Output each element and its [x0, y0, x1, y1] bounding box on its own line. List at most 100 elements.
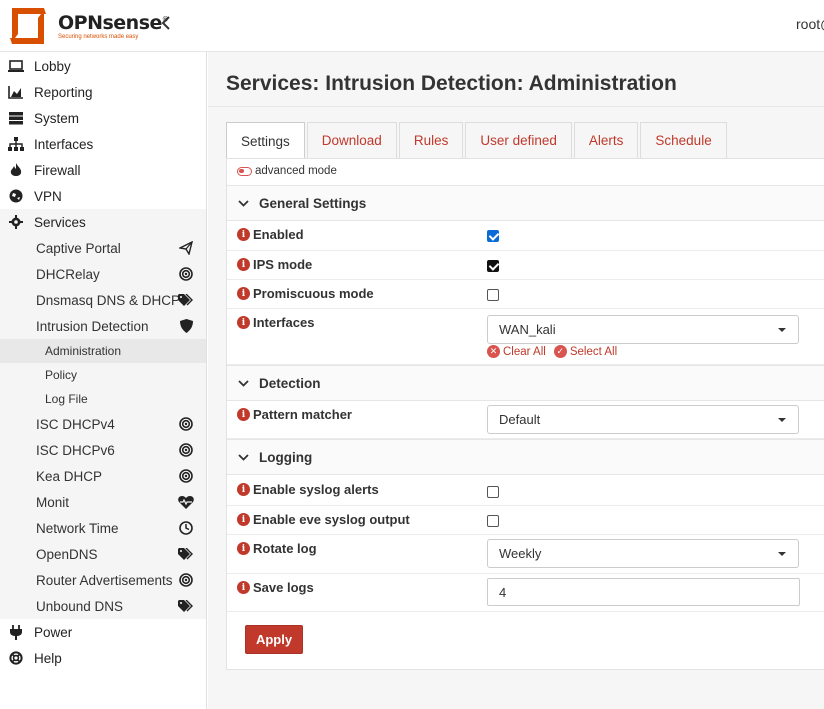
- tab-bar: Settings Download Rules User defined Ale…: [226, 122, 729, 159]
- row-interfaces: i Interfaces WAN_kali ✕ Clear All ✓ Select …: [227, 309, 824, 365]
- eve-syslog-checkbox[interactable]: [487, 515, 499, 527]
- laptop-icon: [8, 58, 24, 74]
- sidebar-item-label: Kea DHCP: [36, 468, 103, 484]
- field-label: i Rotate log: [237, 541, 317, 556]
- sidebar-item-services[interactable]: Services: [0, 209, 206, 235]
- toggle-icon: [237, 166, 252, 176]
- sidebar-item-label: VPN: [34, 188, 62, 204]
- advanced-mode-label: advanced mode: [255, 165, 337, 177]
- tab-settings[interactable]: Settings: [226, 122, 305, 159]
- page-title: Services: Intrusion Detection: Administr…: [226, 72, 677, 95]
- collapse-sidebar-icon[interactable]: [160, 14, 172, 35]
- tab-alerts[interactable]: Alerts: [573, 122, 639, 158]
- sidebar-item-help[interactable]: Help: [0, 645, 206, 671]
- sidebar-item-label: ISC DHCPv6: [36, 442, 115, 458]
- settings-panel: advanced mode General Settings i Enabled …: [226, 158, 824, 670]
- field-label: i Save logs: [237, 580, 314, 595]
- apply-button[interactable]: Apply: [245, 625, 303, 654]
- sidebar-item-router-advertisements[interactable]: Router Advertisements: [0, 567, 206, 593]
- promiscuous-checkbox[interactable]: [487, 289, 499, 301]
- tags-icon: [178, 292, 194, 308]
- sidebar-item-captive-portal[interactable]: Captive Portal: [0, 235, 206, 261]
- row-pattern-matcher: i Pattern matcher Default: [227, 401, 824, 439]
- chevron-down-icon: [237, 451, 249, 463]
- tab-rules[interactable]: Rules: [398, 122, 464, 158]
- sidebar-item-administration[interactable]: Administration: [0, 339, 206, 363]
- brand-tagline: Securing networks made easy: [58, 34, 139, 40]
- section-title: General Settings: [259, 195, 367, 211]
- sidebar-item-unbound-dns[interactable]: Unbound DNS: [0, 593, 206, 619]
- field-label: i Interfaces: [237, 315, 314, 330]
- server-icon: [8, 110, 24, 126]
- sidebar-item-interfaces[interactable]: Interfaces: [0, 131, 206, 157]
- advanced-mode-toggle[interactable]: advanced mode: [237, 165, 337, 177]
- sidebar-item-label: Captive Portal: [36, 240, 121, 256]
- syslog-alerts-checkbox[interactable]: [487, 486, 499, 498]
- sidebar: Lobby Reporting System Interfaces Firewa…: [0, 52, 207, 709]
- sidebar-item-intrusion-detection[interactable]: Intrusion Detection: [0, 313, 206, 339]
- sidebar-item-policy[interactable]: Policy: [0, 363, 206, 387]
- select-all-button[interactable]: ✓ Select All: [553, 345, 617, 358]
- ips-mode-checkbox[interactable]: [487, 260, 499, 272]
- row-promiscuous: i Promiscuous mode: [227, 280, 824, 309]
- section-title: Detection: [259, 375, 321, 391]
- user-menu[interactable]: root@: [796, 16, 824, 32]
- tab-download[interactable]: Download: [306, 122, 397, 158]
- section-logging[interactable]: Logging: [227, 439, 824, 475]
- clear-all-button[interactable]: ✕ Clear All: [487, 345, 546, 358]
- bullseye-icon: [178, 572, 194, 588]
- sidebar-item-label: Firewall: [34, 162, 81, 178]
- sidebar-item-reporting[interactable]: Reporting: [0, 79, 206, 105]
- caret-down-icon: [778, 328, 786, 332]
- info-icon[interactable]: i: [237, 228, 250, 241]
- section-detection[interactable]: Detection: [227, 365, 824, 401]
- field-label: i Promiscuous mode: [237, 286, 374, 301]
- sidebar-item-network-time[interactable]: Network Time: [0, 515, 206, 541]
- bullseye-icon: [178, 468, 194, 484]
- field-label: i Enabled: [237, 227, 304, 242]
- pattern-matcher-select[interactable]: Default: [487, 405, 799, 434]
- caret-down-icon: [778, 552, 786, 556]
- tags-icon: [178, 546, 194, 562]
- tab-schedule[interactable]: Schedule: [640, 122, 727, 158]
- enabled-checkbox[interactable]: [487, 230, 499, 242]
- section-title: Logging: [259, 449, 313, 465]
- sidebar-item-label: DHCRelay: [36, 266, 100, 282]
- sidebar-item-system[interactable]: System: [0, 105, 206, 131]
- sidebar-item-kea-dhcp[interactable]: Kea DHCP: [0, 463, 206, 489]
- info-icon[interactable]: i: [237, 513, 250, 526]
- interfaces-actions: ✕ Clear All ✓ Select All: [487, 345, 625, 358]
- heartbeat-icon: [178, 494, 194, 510]
- sidebar-item-opendns[interactable]: OpenDNS: [0, 541, 206, 567]
- rotate-log-select[interactable]: Weekly: [487, 539, 799, 568]
- save-logs-input[interactable]: 4: [487, 578, 800, 606]
- sidebar-item-lobby[interactable]: Lobby: [0, 53, 206, 79]
- tab-user-defined[interactable]: User defined: [465, 122, 572, 158]
- sidebar-item-dhcrelay[interactable]: DHCRelay: [0, 261, 206, 287]
- sidebar-item-label: System: [34, 110, 80, 126]
- info-icon[interactable]: i: [237, 316, 250, 329]
- info-icon[interactable]: i: [237, 258, 250, 271]
- sidebar-item-log-file[interactable]: Log File: [0, 387, 206, 411]
- info-icon[interactable]: i: [237, 542, 250, 555]
- sidebar-item-label: ISC DHCPv4: [36, 416, 115, 432]
- sidebar-item-monit[interactable]: Monit: [0, 489, 206, 515]
- info-icon[interactable]: i: [237, 408, 250, 421]
- main-content: Services: Intrusion Detection: Administr…: [208, 52, 824, 709]
- section-general-settings[interactable]: General Settings: [227, 185, 824, 221]
- send-icon: [178, 240, 194, 256]
- field-label: i Enable syslog alerts: [237, 482, 379, 497]
- sidebar-item-vpn[interactable]: VPN: [0, 183, 206, 209]
- sidebar-item-isc-dhcpv4[interactable]: ISC DHCPv4: [0, 411, 206, 437]
- sidebar-item-dnsmasq[interactable]: Dnsmasq DNS & DHCP: [0, 287, 206, 313]
- sidebar-item-power[interactable]: Power: [0, 619, 206, 645]
- info-icon[interactable]: i: [237, 483, 250, 496]
- cog-icon: [8, 214, 24, 230]
- sidebar-item-label: Monit: [36, 494, 70, 510]
- row-eve-syslog: i Enable eve syslog output: [227, 506, 824, 535]
- sidebar-item-isc-dhcpv6[interactable]: ISC DHCPv6: [0, 437, 206, 463]
- sidebar-item-firewall[interactable]: Firewall: [0, 157, 206, 183]
- info-icon[interactable]: i: [237, 581, 250, 594]
- interfaces-select[interactable]: WAN_kali: [487, 315, 799, 344]
- info-icon[interactable]: i: [237, 287, 250, 300]
